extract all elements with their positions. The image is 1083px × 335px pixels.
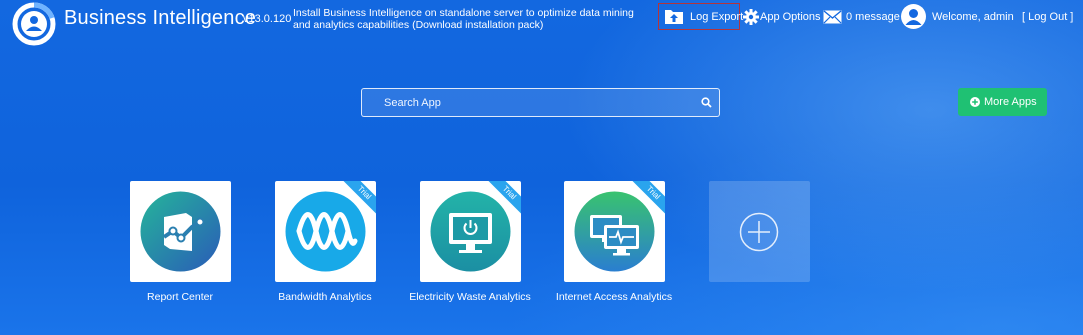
monitor-power-icon	[430, 191, 511, 272]
upload-folder-icon	[665, 10, 683, 24]
bi-logo-icon	[12, 2, 56, 46]
more-apps-label: More Apps	[984, 96, 1037, 108]
search-input[interactable]	[384, 89, 684, 116]
log-export-label: Log Export	[690, 11, 744, 23]
app-card[interactable]	[130, 181, 231, 282]
app-tile-report-center[interactable]: Report Center	[130, 181, 231, 303]
app-label[interactable]: Report Center	[100, 291, 260, 303]
more-apps-button[interactable]: More Apps	[958, 88, 1047, 116]
app-tile-internet-access-analytics[interactable]: Trial Internet Access Analytics	[556, 181, 672, 303]
app-label[interactable]: Bandwidth Analytics	[245, 291, 405, 303]
monitors-activity-icon	[574, 191, 655, 272]
app-label[interactable]: Electricity Waste Analytics	[390, 291, 550, 303]
envelope-icon[interactable]	[823, 10, 842, 24]
logout-link[interactable]: [ Log Out ]	[1022, 11, 1073, 23]
bandwidth-wave-icon	[285, 191, 366, 272]
app-card[interactable]: Trial	[420, 181, 521, 282]
search-icon[interactable]	[701, 97, 712, 108]
app-card[interactable]: Trial	[275, 181, 376, 282]
log-export-button[interactable]: Log Export	[658, 3, 744, 30]
brand-title: Business Intelligence	[64, 7, 257, 29]
install-notice-link[interactable]: Install Business Intelligence on standal…	[293, 7, 643, 31]
gear-icon[interactable]	[743, 9, 759, 25]
search-box	[361, 88, 720, 117]
welcome-text: Welcome, admin	[932, 11, 1014, 23]
plus-circle-icon	[739, 212, 779, 252]
app-options-link[interactable]: App Options	[760, 11, 821, 23]
messages-link[interactable]: 0 message	[846, 11, 900, 23]
user-avatar-icon[interactable]	[901, 4, 926, 29]
plus-circle-icon	[970, 97, 980, 107]
app-card[interactable]: Trial	[564, 181, 665, 282]
version-label: v13.0.120	[243, 13, 292, 25]
add-app-button[interactable]	[709, 181, 810, 282]
app-tile-electricity-waste-analytics[interactable]: Trial Electricity Waste Analytics	[409, 181, 531, 303]
app-tile-bandwidth-analytics[interactable]: Trial Bandwidth Analytics	[275, 181, 376, 303]
top-bar: Business Intelligence v13.0.120 Install …	[0, 0, 1083, 46]
report-center-icon	[140, 191, 221, 272]
app-label[interactable]: Internet Access Analytics	[534, 291, 694, 303]
